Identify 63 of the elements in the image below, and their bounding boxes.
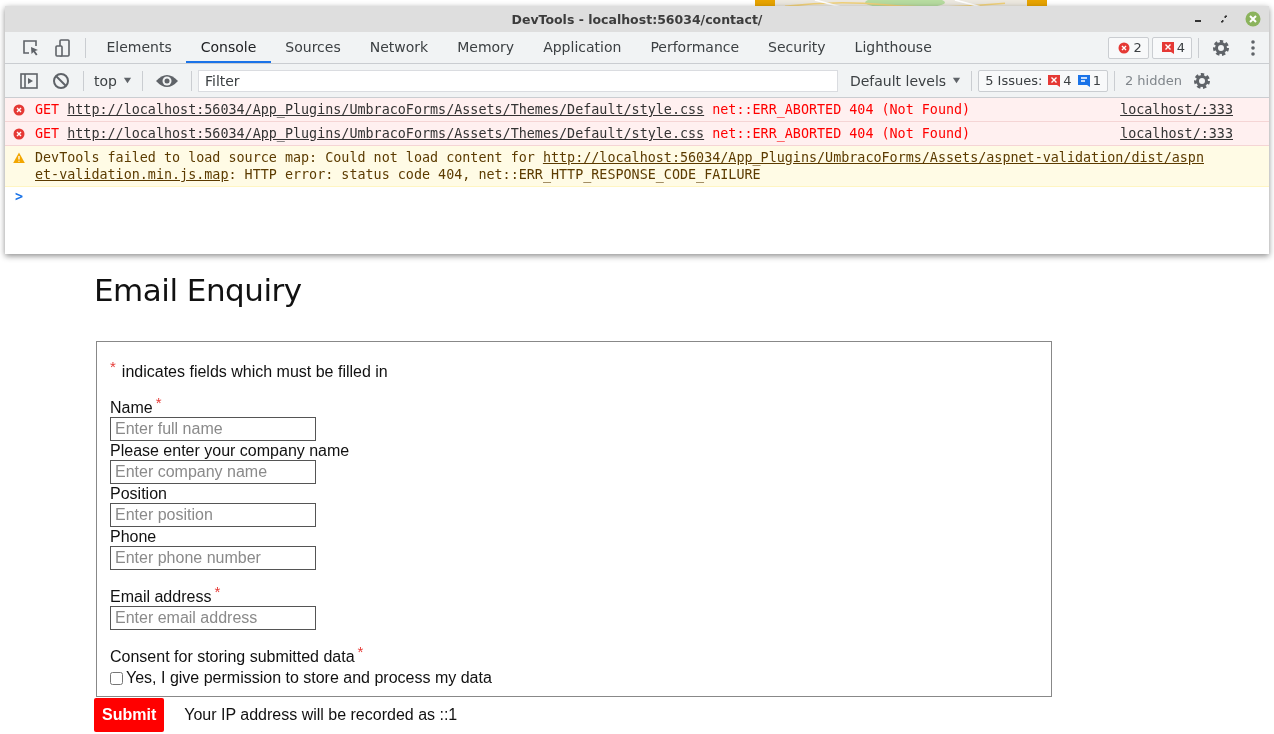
device-icon[interactable] bbox=[53, 37, 73, 58]
warning-text: DevTools failed to load source map: Could not load content for http://localhost:56034/App_Plugins/UmbracoForms/Assets/aspnet-validation/dist/aspn bbox=[35, 149, 1204, 166]
panel-tab[interactable]: Application bbox=[528, 32, 636, 63]
required-mark: * bbox=[214, 583, 221, 600]
input-field[interactable]: Enter phone number bbox=[110, 546, 316, 570]
url-link[interactable]: http://localhost:56034/App_Plugins/UmbracoForms/Assets/aspnet-validation/dist/aspn bbox=[542, 150, 1204, 165]
field-label: Consent for storing submitted data bbox=[110, 648, 355, 665]
context-dropdown[interactable]: top bbox=[90, 72, 136, 89]
sidebar-toggle-icon[interactable] bbox=[19, 70, 39, 91]
panel-tab[interactable]: Performance bbox=[635, 32, 754, 63]
panel-tab[interactable]: Elements bbox=[92, 32, 187, 63]
error-icon bbox=[13, 104, 25, 116]
issues-button[interactable]: 5 Issues: 4 1 bbox=[978, 69, 1108, 92]
input-field[interactable]: Enter company name bbox=[110, 460, 316, 484]
field-label: Name bbox=[110, 399, 153, 416]
required-mark: * bbox=[155, 394, 162, 411]
submit-button[interactable]: Submit bbox=[94, 698, 165, 732]
field-label: Please enter your company name bbox=[110, 442, 350, 459]
restore-icon[interactable] bbox=[1219, 14, 1229, 24]
levels-dropdown[interactable]: Default levels bbox=[845, 72, 966, 89]
caret-icon bbox=[122, 76, 132, 85]
error-icon bbox=[1118, 41, 1131, 54]
console-prompt[interactable]: > bbox=[15, 189, 24, 204]
window-title: DevTools - localhost:56034/contact/ bbox=[511, 11, 763, 27]
warning-icon bbox=[13, 152, 25, 164]
checkbox-label: Yes, I give permission to store and process my data bbox=[126, 669, 492, 687]
input-field[interactable]: Enter full name bbox=[110, 417, 316, 441]
settings-icon[interactable] bbox=[1191, 70, 1212, 91]
url-link[interactable]: et-validation.min.js.map bbox=[35, 167, 229, 182]
field-label: Phone bbox=[110, 528, 157, 545]
panel-tab[interactable]: Memory bbox=[442, 32, 529, 63]
input-field[interactable]: Enter position bbox=[110, 503, 316, 527]
url-link[interactable]: http://localhost:56034/App_Plugins/UmbracoForms/Assets/Themes/Default/style.css bbox=[67, 102, 705, 117]
required-mark: * bbox=[357, 643, 364, 660]
source-link[interactable]: localhost/:333 bbox=[1120, 101, 1233, 118]
settings-icon[interactable] bbox=[1211, 37, 1231, 58]
error-count-button[interactable]: 2 bbox=[1108, 36, 1149, 59]
url-link[interactable]: http://localhost:56034/App_Plugins/UmbracoForms/Assets/Themes/Default/style.css bbox=[67, 126, 705, 141]
page-heading: Email Enquiry bbox=[94, 272, 303, 308]
panel-tab[interactable]: Sources bbox=[270, 32, 356, 63]
input-field[interactable]: Enter email address bbox=[110, 606, 316, 630]
filter-field[interactable]: Filter bbox=[197, 69, 838, 92]
issue-info-icon bbox=[1077, 74, 1090, 87]
field-label: Position bbox=[110, 485, 167, 502]
issue-count-button[interactable]: 4 bbox=[1151, 36, 1192, 59]
issue-error-icon bbox=[1048, 74, 1061, 87]
issue-error-icon bbox=[1161, 41, 1174, 54]
error-icon bbox=[13, 128, 25, 140]
error-text: GET http://localhost:56034/App_Plugins/UmbracoForms/Assets/Themes/Default/style.css net::ERR_ABORTED 404 (Not Found) bbox=[35, 101, 971, 118]
clear-icon[interactable] bbox=[51, 70, 71, 91]
warning-text: et-validation.min.js.map: HTTP error: status code 404, net::ERR_HTTP_RESPONSE_CODE_FAILURE bbox=[35, 166, 762, 183]
error-text: GET http://localhost:56034/App_Plugins/UmbracoForms/Assets/Themes/Default/style.css net::ERR_ABORTED 404 (Not Found) bbox=[35, 125, 971, 142]
source-link[interactable]: localhost/:333 bbox=[1120, 125, 1233, 142]
panel-tab[interactable]: Network bbox=[355, 32, 443, 63]
required-mark: * bbox=[110, 358, 116, 375]
ip-note: Your IP address will be recorded as ::1 bbox=[184, 706, 458, 724]
hidden-count: 2 hidden bbox=[1124, 73, 1182, 88]
panel-tab[interactable]: Security bbox=[753, 32, 841, 63]
field-label: Email address bbox=[110, 588, 212, 605]
intro-text: indicates fields which must be filled in bbox=[121, 363, 388, 380]
caret-icon bbox=[952, 76, 962, 85]
consent-checkbox[interactable] bbox=[110, 671, 123, 685]
panel-tab[interactable]: Lighthouse bbox=[840, 32, 947, 63]
